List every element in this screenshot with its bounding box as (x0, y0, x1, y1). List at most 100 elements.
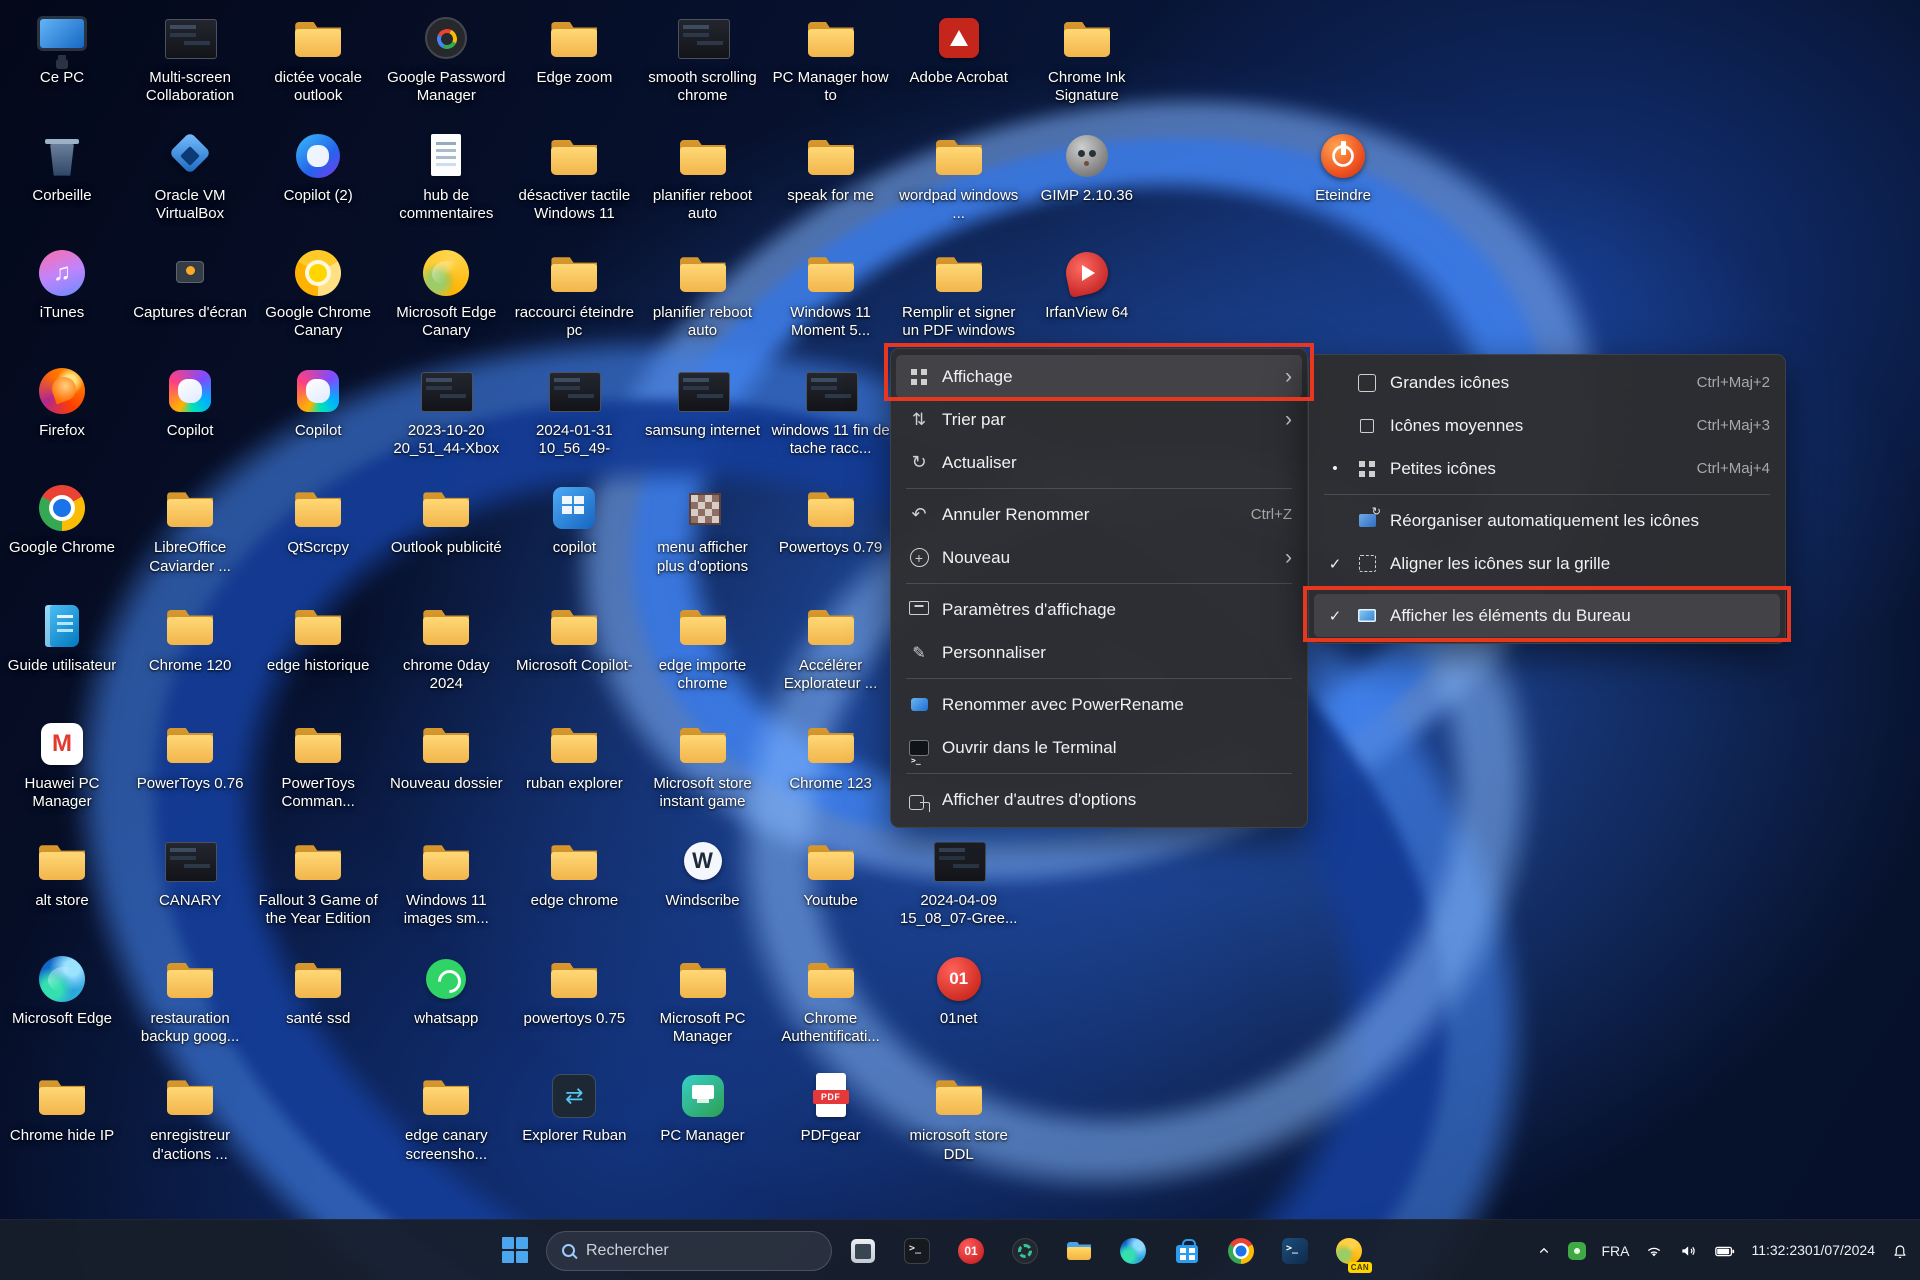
desktop-icon[interactable]: Windows 11 images sm... (386, 833, 506, 929)
desktop-icon[interactable]: 01net (899, 951, 1019, 1028)
desktop-icon[interactable]: Windscribe (643, 833, 763, 910)
desktop-icon[interactable]: QtScrcpy (258, 480, 378, 557)
desktop-icon[interactable]: windows 11 fin de tache racc... (771, 363, 891, 459)
desktop-icon[interactable]: planifier reboot auto (643, 245, 763, 341)
context-menu-item[interactable]: Ouvrir dans le Terminal (896, 726, 1302, 769)
desktop-icon[interactable]: alt store (2, 833, 122, 910)
desktop-icon[interactable]: Microsoft store instant game (643, 716, 763, 812)
desktop-icon[interactable]: dictée vocale outlook (258, 10, 378, 106)
desktop-icon[interactable]: Microsoft PC Manager (643, 951, 763, 1047)
context-menu-item[interactable]: Trier par › (896, 398, 1302, 441)
desktop-icon[interactable]: edge importe chrome (643, 598, 763, 694)
desktop-icon[interactable]: restauration backup goog... (130, 951, 250, 1047)
submenu-item[interactable]: ✓ Afficher les éléments du Bureau (1314, 594, 1780, 637)
submenu-item[interactable]: Réorganiser automatiquement les icônes (1314, 499, 1780, 542)
desktop-icon[interactable]: microsoft store DDL (899, 1068, 1019, 1164)
desktop-icon[interactable]: Explorer Ruban (514, 1068, 634, 1145)
01net-icon[interactable] (948, 1227, 994, 1275)
desktop-icon[interactable]: Chrome hide IP (2, 1068, 122, 1145)
desktop-icon[interactable]: chrome 0day 2024 (386, 598, 506, 694)
context-menu-item[interactable]: Paramètres d'affichage (896, 588, 1302, 631)
desktop-icon[interactable]: Outlook publicité (386, 480, 506, 557)
desktop-icon[interactable]: Chrome 123 (771, 716, 891, 793)
language-indicator[interactable]: FRA (1601, 1243, 1629, 1259)
submenu-item[interactable]: • Petites icônes Ctrl+Maj+4 (1314, 447, 1780, 490)
start-button[interactable] (492, 1227, 538, 1275)
desktop-icon[interactable]: iTunes (2, 245, 122, 322)
desktop-icon[interactable]: Google Chrome (2, 480, 122, 557)
desktop-icon[interactable]: samsung internet (643, 363, 763, 440)
desktop-icon[interactable]: Nouveau dossier (386, 716, 506, 793)
submenu-item[interactable]: Grandes icônes Ctrl+Maj+2 (1314, 361, 1780, 404)
desktop-icon[interactable]: menu afficher plus d'options (643, 480, 763, 576)
desktop-icon[interactable]: désactiver tactile Windows 11 (514, 128, 634, 224)
desktop-icon[interactable]: Microsoft Edge Canary (386, 245, 506, 341)
tray-chevron-up-icon[interactable] (1535, 1242, 1553, 1260)
desktop-icon[interactable]: wordpad windows ... (899, 128, 1019, 224)
desktop-icon[interactable]: Windows 11 Moment 5... (771, 245, 891, 341)
context-menu-item[interactable]: Nouveau › (896, 536, 1302, 579)
microsoft-store-icon[interactable] (1164, 1227, 1210, 1275)
desktop-icon[interactable]: Ce PC (2, 10, 122, 87)
desktop-icon[interactable]: 2023-10-20 20_51_44-Xbox (386, 363, 506, 459)
desktop-icon[interactable]: ruban explorer (514, 716, 634, 793)
desktop-icon[interactable]: Accélérer Explorateur ... (771, 598, 891, 694)
context-menu-item[interactable]: Personnaliser (896, 631, 1302, 674)
desktop-icon[interactable]: whatsapp (386, 951, 506, 1028)
desktop-icon[interactable]: edge canary screensho... (386, 1068, 506, 1164)
battery-icon[interactable] (1714, 1240, 1736, 1262)
desktop-icon[interactable]: Chrome Authentificati... (771, 951, 891, 1047)
desktop-icon[interactable]: 2024-04-09 15_08_07-Gree... (899, 833, 1019, 929)
desktop-icon[interactable]: CANARY (130, 833, 250, 910)
context-menu-item[interactable]: Afficher d'autres d'options (896, 778, 1302, 821)
wifi-icon[interactable] (1644, 1241, 1664, 1261)
desktop-icon[interactable]: PowerToys 0.76 (130, 716, 250, 793)
desktop-icon[interactable]: Multi-screen Collaboration (130, 10, 250, 106)
desktop-icon[interactable]: Adobe Acrobat (899, 10, 1019, 87)
desktop-icon[interactable]: Copilot (2) (258, 128, 378, 205)
desktop-icon[interactable]: Firefox (2, 363, 122, 440)
desktop-icon[interactable]: Microsoft Edge (2, 951, 122, 1028)
desktop-icon[interactable]: planifier reboot auto (643, 128, 763, 224)
desktop-icon[interactable]: copilot (514, 480, 634, 557)
desktop-icon[interactable]: raccourci éteindre pc (514, 245, 634, 341)
desktop-icon[interactable]: Guide utilisateur (2, 598, 122, 675)
desktop-icon[interactable]: PowerToys Comman... (258, 716, 378, 812)
clock[interactable]: 11:32:23 01/07/2024 (1751, 1241, 1875, 1260)
desktop-icon[interactable]: Powertoys 0.79 (771, 480, 891, 557)
desktop-icon[interactable]: hub de commentaires (386, 128, 506, 224)
terminal-icon[interactable] (894, 1227, 940, 1275)
desktop-icon[interactable]: Google Password Manager (386, 10, 506, 106)
desktop-icon[interactable]: edge chrome (514, 833, 634, 910)
file-explorer-icon[interactable] (1056, 1227, 1102, 1275)
powershell-icon[interactable] (1272, 1227, 1318, 1275)
context-menu-item[interactable]: Actualiser (896, 441, 1302, 484)
desktop-icon[interactable]: Microsoft Copilot- (514, 598, 634, 675)
context-menu-item[interactable]: Annuler Renommer Ctrl+Z (896, 493, 1302, 536)
context-menu-item[interactable]: Affichage › (896, 355, 1302, 398)
desktop-icon[interactable]: GIMP 2.10.36 (1027, 128, 1147, 205)
tray-app-icon[interactable] (1568, 1241, 1587, 1260)
desktop-icon[interactable]: Corbeille (2, 128, 122, 205)
desktop-icon[interactable]: Oracle VM VirtualBox (130, 128, 250, 224)
desktop-icon[interactable]: PC Manager (643, 1068, 763, 1145)
desktop-icon[interactable]: Copilot (130, 363, 250, 440)
desktop-icon[interactable]: Chrome 120 (130, 598, 250, 675)
submenu-item[interactable]: ✓ Aligner les icônes sur la grille (1314, 542, 1780, 585)
desktop-icon[interactable]: santé ssd (258, 951, 378, 1028)
desktop-icon[interactable]: PC Manager how to (771, 10, 891, 106)
desktop-icon[interactable]: Copilot (258, 363, 378, 440)
chrome-icon[interactable] (1218, 1227, 1264, 1275)
desktop-icon[interactable]: Fallout 3 Game of the Year Edition (258, 833, 378, 929)
desktop-icon[interactable]: Remplir et signer un PDF windows (899, 245, 1019, 341)
desktop-icon[interactable]: Eteindre (1283, 128, 1403, 205)
desktop-icon[interactable]: Chrome Ink Signature (1027, 10, 1147, 106)
window-app-icon[interactable] (840, 1227, 886, 1275)
desktop-icon[interactable]: edge historique (258, 598, 378, 675)
search-input[interactable]: Rechercher (546, 1230, 832, 1271)
desktop-icon[interactable]: 2024-01-31 10_56_49- (514, 363, 634, 459)
desktop-icon[interactable]: Edge zoom (514, 10, 634, 87)
desktop-icon[interactable]: Google Chrome Canary (258, 245, 378, 341)
desktop-icon[interactable]: PDFgear (771, 1068, 891, 1145)
desktop-icon[interactable]: powertoys 0.75 (514, 951, 634, 1028)
